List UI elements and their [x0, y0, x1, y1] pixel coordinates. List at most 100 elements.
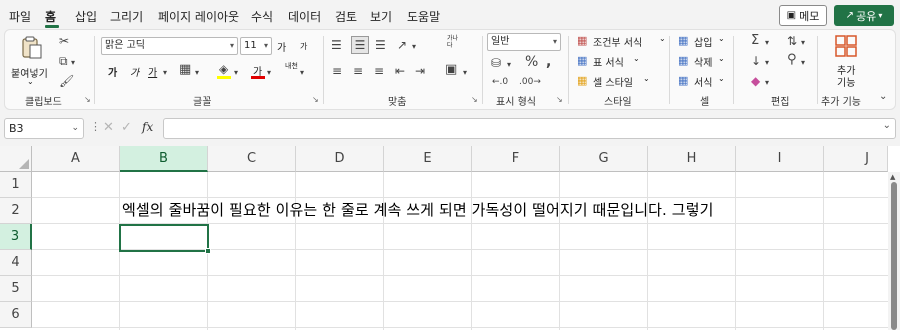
expand-formula-bar-icon[interactable]: ⌄	[883, 120, 891, 131]
align-bottom-icon[interactable]: ☰	[375, 38, 386, 52]
dialog-launcher-icon[interactable]: ↘	[556, 96, 564, 104]
chevron-down-icon[interactable]: ▾	[765, 76, 769, 90]
font-size-dropdown[interactable]: 11 ▾	[240, 37, 272, 55]
align-left-icon[interactable]: ≡	[332, 64, 342, 78]
scroll-up-icon[interactable]: ▲	[890, 173, 895, 181]
column-header-j[interactable]: J	[824, 146, 888, 172]
chevron-down-icon[interactable]: ▾	[267, 66, 271, 80]
cut-icon[interactable]: ✂	[59, 34, 69, 48]
row-header-3[interactable]: 3	[0, 224, 32, 250]
chevron-down-icon[interactable]: ▾	[163, 66, 167, 80]
comma-style-icon[interactable]: ,	[546, 55, 551, 69]
formula-input[interactable]: ⌄	[163, 118, 896, 139]
memo-button[interactable]: ▣ 메모	[779, 5, 827, 26]
sort-filter-icon[interactable]: ⇅	[787, 34, 797, 48]
percent-icon[interactable]: %	[525, 55, 538, 69]
borders-icon[interactable]: ▦	[179, 63, 191, 77]
chevron-down-icon[interactable]: ▾	[765, 56, 769, 70]
bold-button[interactable]: 가	[108, 64, 117, 79]
tab-view[interactable]: 보기	[370, 8, 392, 25]
align-top-icon[interactable]: ☰	[331, 38, 342, 52]
align-middle-icon[interactable]: ☰	[351, 36, 369, 54]
chevron-down-icon[interactable]: ▾	[300, 66, 304, 80]
tab-formulas[interactable]: 수식	[251, 8, 273, 25]
dialog-launcher-icon[interactable]: ↘	[471, 96, 479, 104]
tab-review[interactable]: 검토	[335, 8, 357, 25]
increase-indent-icon[interactable]: ⇥	[415, 64, 425, 78]
chevron-down-icon[interactable]: ▾	[801, 56, 805, 70]
row-header-2[interactable]: 2	[0, 198, 32, 224]
increase-decimal-icon[interactable]: ←.0	[492, 75, 508, 89]
tab-draw[interactable]: 그리기	[110, 8, 143, 25]
chevron-down-icon: ▾	[552, 37, 557, 46]
align-right-icon[interactable]: ≡	[374, 64, 384, 78]
name-box[interactable]: B3 ⌄	[4, 118, 84, 139]
wrap-text-button[interactable]: 가나다	[447, 35, 461, 49]
merge-cells-icon[interactable]: ▣	[445, 63, 457, 77]
chevron-down-icon[interactable]: ▾	[765, 36, 769, 50]
align-center-icon[interactable]: ≡	[353, 64, 363, 78]
column-header-h[interactable]: H	[648, 146, 736, 172]
column-header-f[interactable]: F	[472, 146, 560, 172]
find-select-icon[interactable]: ⚲	[787, 53, 797, 67]
row-header-4[interactable]: 4	[0, 250, 32, 276]
column-header-d[interactable]: D	[296, 146, 384, 172]
paste-button[interactable]: 붙여넣기 ⌄	[11, 35, 49, 89]
column-header-i[interactable]: I	[736, 146, 824, 172]
collapse-ribbon-icon[interactable]: ⌄	[879, 90, 887, 104]
share-button[interactable]: ↗ 공유 ▾	[834, 5, 894, 26]
autosum-icon[interactable]: Σ	[751, 34, 759, 48]
chevron-down-icon[interactable]: ▾	[195, 66, 199, 80]
fill-handle[interactable]	[205, 248, 211, 254]
scrollbar-thumb[interactable]	[891, 182, 897, 330]
insert-function-icon[interactable]: fx	[142, 120, 153, 134]
active-tab-indicator	[45, 25, 59, 28]
italic-button[interactable]: 가	[130, 64, 139, 79]
row-header-6[interactable]: 6	[0, 302, 32, 328]
addins-button[interactable]: 추가 기능	[823, 34, 869, 90]
column-header-c[interactable]: C	[208, 146, 296, 172]
format-painter-icon[interactable]: 🖌	[59, 74, 74, 88]
tab-data[interactable]: 데이터	[288, 8, 321, 25]
decrease-indent-icon[interactable]: ⇤	[395, 64, 405, 78]
accounting-format-icon[interactable]: ⛁	[491, 56, 501, 70]
column-header-e[interactable]: E	[384, 146, 472, 172]
fill-color-icon[interactable]: ◈	[219, 62, 228, 76]
excel-window: 파일 홈 삽입 그리기 페이지 레이아웃 수식 데이터 검토 보기 도움말 ▣ …	[0, 0, 900, 330]
chevron-down-icon[interactable]: ▾	[507, 58, 511, 72]
enter-icon[interactable]: ✓	[121, 120, 132, 135]
fill-icon[interactable]: ↓	[751, 54, 761, 68]
chevron-down-icon[interactable]: ▾	[71, 56, 75, 70]
tab-insert[interactable]: 삽입	[75, 8, 97, 25]
tab-help[interactable]: 도움말	[407, 8, 440, 25]
cancel-icon[interactable]: ✕	[103, 120, 114, 135]
font-name-dropdown[interactable]: 맑은 고딕 ▾	[101, 37, 238, 55]
more-options-icon[interactable]: ⋮	[90, 120, 101, 133]
copy-icon[interactable]: ⧉	[59, 54, 68, 68]
chevron-down-icon[interactable]: ▾	[463, 66, 467, 80]
chevron-down-icon[interactable]: ▾	[234, 66, 238, 80]
row-header-5[interactable]: 5	[0, 276, 32, 302]
number-format-dropdown[interactable]: 일반 ▾	[487, 33, 561, 51]
tab-home[interactable]: 홈	[45, 8, 56, 25]
dialog-launcher-icon[interactable]: ↘	[84, 96, 92, 104]
orientation-icon[interactable]: ↗	[397, 38, 407, 52]
cell-b2[interactable]: 엑셀의 줄바꿈이 필요한 이유는 한 줄로 계속 쓰게 되면 가독성이 떨어지기…	[122, 199, 714, 220]
dialog-launcher-icon[interactable]: ↘	[312, 96, 320, 104]
column-header-g[interactable]: G	[560, 146, 648, 172]
underline-button[interactable]: 가	[148, 64, 157, 79]
tab-page-layout[interactable]: 페이지 레이아웃	[158, 8, 239, 25]
clear-icon[interactable]: ◆	[751, 74, 760, 88]
select-all-button[interactable]	[0, 146, 32, 172]
chevron-down-icon[interactable]: ▾	[801, 36, 805, 50]
phonetic-button[interactable]: 내천	[285, 62, 299, 70]
chevron-down-icon[interactable]: ▾	[412, 40, 416, 54]
tab-file[interactable]: 파일	[9, 8, 31, 25]
shrink-font-button[interactable]: 가	[300, 41, 307, 52]
column-header-b[interactable]: B	[120, 146, 208, 172]
row-header-1[interactable]: 1	[0, 172, 32, 198]
decrease-decimal-icon[interactable]: .00→	[519, 75, 541, 89]
column-header-a[interactable]: A	[32, 146, 120, 172]
selected-cell-b3[interactable]	[119, 224, 209, 252]
grow-font-button[interactable]: 가	[277, 39, 286, 54]
